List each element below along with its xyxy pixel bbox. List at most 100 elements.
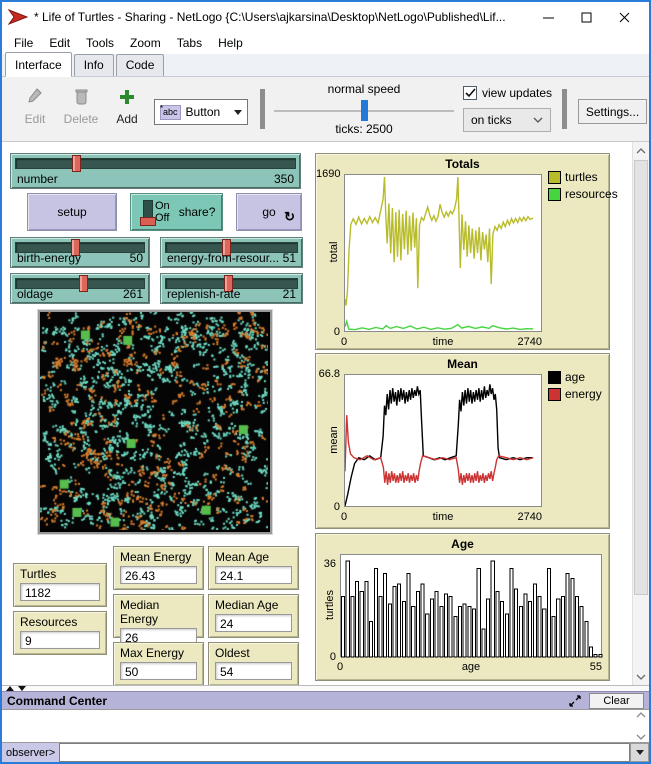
- legend-item: energy: [548, 387, 602, 401]
- x-tick-label: 2740: [344, 511, 542, 523]
- legend-item: age: [548, 370, 602, 384]
- settings-button[interactable]: Settings...: [578, 99, 647, 124]
- scroll-down-icon[interactable]: [636, 734, 646, 740]
- update-mode-dropdown[interactable]: on ticks: [463, 108, 551, 132]
- command-center-header: Command Center Clear: [2, 691, 649, 709]
- tab-code[interactable]: Code: [116, 54, 165, 76]
- add-button[interactable]: Add: [106, 86, 148, 128]
- monitor-oldest: Oldest 54: [208, 642, 299, 686]
- legend-swatch: [548, 171, 561, 184]
- menu-help[interactable]: Help: [210, 33, 251, 53]
- clear-button[interactable]: Clear: [589, 693, 644, 709]
- monitor-value: 26.43: [120, 566, 197, 584]
- monitor-value: 50: [120, 662, 197, 680]
- interface-canvas: number350 birth-energy50 energy-from-res…: [2, 142, 649, 685]
- slider-oldage[interactable]: oldage 261: [10, 273, 150, 304]
- speed-slider-handle[interactable]: [361, 100, 368, 121]
- plot-title: Age: [316, 537, 609, 551]
- slider-value: 261: [123, 287, 143, 301]
- slider-handle[interactable]: [72, 155, 81, 172]
- output-scrollbar[interactable]: [633, 710, 649, 742]
- maximize-button[interactable]: [567, 4, 605, 30]
- slider-energy-from-resource[interactable]: energy-from-resour... 51: [160, 237, 303, 268]
- minimize-button[interactable]: [529, 4, 567, 30]
- tab-bar: InterfaceInfoCode: [2, 54, 649, 77]
- command-center-splitter[interactable]: [2, 685, 649, 691]
- monitor-value: 24: [215, 614, 292, 632]
- slider-value: 51: [283, 251, 296, 265]
- monitor-mean-energy: Mean Energy 26.43: [113, 546, 204, 590]
- menu-edit[interactable]: Edit: [41, 33, 78, 53]
- delete-button[interactable]: Delete: [60, 86, 102, 128]
- collapse-down-icon[interactable]: [18, 686, 26, 691]
- vertical-scrollbar[interactable]: [632, 142, 649, 685]
- scroll-down-icon[interactable]: [633, 668, 649, 685]
- command-input[interactable]: [59, 743, 630, 762]
- plot-canvas: [344, 174, 542, 332]
- window-title: * Life of Turtles - Sharing - NetLogo {C…: [34, 10, 523, 24]
- delete-label: Delete: [64, 112, 99, 126]
- scroll-up-icon[interactable]: [636, 712, 646, 718]
- slider-value: 350: [274, 172, 294, 186]
- netlogo-app-icon: [8, 8, 28, 26]
- history-dropdown[interactable]: [630, 743, 649, 762]
- widget-type-dropdown[interactable]: abc Button: [154, 99, 248, 125]
- command-center-output[interactable]: [2, 709, 649, 743]
- setup-button[interactable]: setup: [27, 193, 117, 231]
- legend-label: age: [565, 370, 585, 384]
- slider-number[interactable]: number350: [10, 153, 301, 189]
- plot-title: Mean: [316, 357, 609, 371]
- close-button[interactable]: [605, 4, 643, 30]
- plot-canvas: [344, 374, 542, 507]
- plot-title: Totals: [316, 157, 609, 171]
- legend-swatch: [548, 388, 561, 401]
- chevron-down-icon: [533, 117, 543, 123]
- view-updates-checkbox[interactable]: [463, 86, 477, 100]
- switch-handle[interactable]: [140, 217, 156, 226]
- legend-swatch: [548, 371, 561, 384]
- tab-interface[interactable]: Interface: [5, 52, 72, 77]
- switch-name: share?: [179, 205, 216, 219]
- legend-item: resources: [548, 187, 618, 201]
- slider-label: birth-energy: [17, 251, 81, 265]
- speed-slider[interactable]: [274, 110, 454, 112]
- switch-track[interactable]: [143, 200, 153, 225]
- menu-tabs[interactable]: Tabs: [169, 33, 210, 53]
- slider-label: oldage: [17, 287, 53, 301]
- plot-mean: Mean66.80mean0time2740ageenergy: [315, 353, 610, 529]
- menu-file[interactable]: File: [6, 33, 41, 53]
- scroll-up-icon[interactable]: [633, 142, 649, 159]
- y-tick-label: 1690: [316, 168, 340, 180]
- observer-prompt: observer>: [2, 743, 59, 762]
- go-button[interactable]: go ↻: [236, 193, 302, 231]
- slider-replenish-rate[interactable]: replenish-rate21: [160, 273, 303, 304]
- slider-label: energy-from-resour...: [167, 251, 279, 265]
- share-switch[interactable]: On Off share?: [130, 193, 223, 231]
- scrollbar-thumb[interactable]: [634, 160, 648, 595]
- world-canvas[interactable]: [40, 312, 268, 530]
- plot-legend: turtlesresources: [548, 170, 618, 204]
- add-label: Add: [116, 112, 137, 126]
- y-axis-title: turtles: [324, 575, 336, 635]
- toolbar-separator: [562, 89, 567, 129]
- y-tick-label: 0: [316, 326, 340, 338]
- y-axis-title: mean: [328, 410, 340, 470]
- monitor-turtles: Turtles 1182: [13, 563, 107, 607]
- go-button-label: go: [262, 205, 275, 219]
- expand-up-icon[interactable]: [6, 686, 14, 691]
- monitor-max-energy: Max Energy 50: [113, 642, 204, 686]
- edit-button[interactable]: Edit: [14, 86, 56, 128]
- slider-birth-energy[interactable]: birth-energy50: [10, 237, 150, 268]
- menu-bar: FileEditToolsZoomTabsHelp: [2, 32, 649, 54]
- world-view[interactable]: [38, 310, 272, 534]
- legend-label: energy: [565, 387, 602, 401]
- slider-track[interactable]: [15, 158, 296, 169]
- monitor-label: Resources: [20, 615, 100, 629]
- menu-tools[interactable]: Tools: [78, 33, 122, 53]
- tab-info[interactable]: Info: [74, 54, 114, 76]
- titlebar[interactable]: * Life of Turtles - Sharing - NetLogo {C…: [2, 2, 649, 32]
- speed-slider-label: normal speed: [274, 82, 454, 96]
- detach-window-icon[interactable]: [567, 694, 583, 708]
- menu-zoom[interactable]: Zoom: [122, 33, 169, 53]
- monitor-resources: Resources 9: [13, 611, 107, 655]
